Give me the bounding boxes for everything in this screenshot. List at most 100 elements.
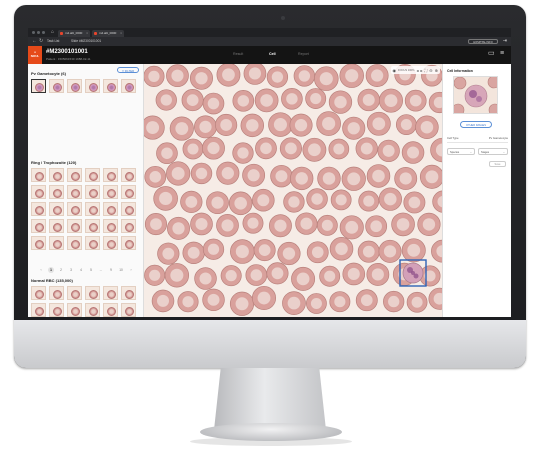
cell-thumbnail[interactable] [49,168,64,182]
cell-thumbnail[interactable] [31,286,46,300]
window-controls[interactable] [32,31,45,34]
menu-report[interactable]: Report [298,52,309,56]
cell-thumbnail[interactable] [121,168,136,182]
cell-thumbnail[interactable] [103,168,118,182]
cell-thumbnail[interactable] [121,219,136,233]
cell-thumbnail[interactable] [103,286,118,300]
prev-page-icon[interactable]: ‹ [38,267,44,273]
cell-thumbnail[interactable] [103,185,118,199]
cell-thumbnail[interactable] [31,303,46,317]
cell-thumbnail[interactable] [85,303,100,317]
minimize-window-dot[interactable] [37,31,40,34]
eye-icon[interactable]: ◉ [393,68,397,73]
zoom-in-icon[interactable]: ⊕ [435,68,438,73]
cell-thumbnail[interactable] [121,79,136,93]
cell-thumbnail-graphic [89,239,98,249]
page-number[interactable]: 1 [48,267,54,273]
cell-thumbnail[interactable] [121,236,136,250]
cell-thumbnail[interactable] [31,236,46,250]
page-number[interactable]: 2 [58,267,64,273]
cell-thumbnail[interactable] [67,168,82,182]
browser-tab[interactable]: m4.abl_0000 × [58,30,90,37]
cell-thumbnail[interactable] [49,286,64,300]
cell-center [237,147,249,159]
cell-thumbnail[interactable] [121,202,136,216]
menu-result[interactable]: Result [233,52,243,56]
cell-thumbnail[interactable] [103,79,118,93]
menu-cell[interactable]: Cell [269,52,276,56]
hospital-info-button[interactable]: HOSPITAL INFO [468,39,498,44]
cell-type-row: Cell Type Pv Gametocyte [447,136,508,140]
stage-select[interactable]: Stages ⌄ [478,148,508,155]
slide-viewer[interactable]: ◉ FOCUS 100% ◂ ▸ ⛶ ⊖ ⊕ [144,64,442,317]
cell-center [162,247,175,260]
cell-thumbnail[interactable] [49,79,64,93]
cell-thumbnail[interactable] [31,202,46,216]
cell-thumbnail[interactable] [31,185,46,199]
cell-center [310,92,322,105]
cell-thumbnail[interactable] [85,79,100,93]
cell-thumbnail[interactable] [67,202,82,216]
cell-thumbnail[interactable] [103,219,118,233]
breadcrumb-task-list[interactable]: Task List [47,39,59,43]
cell-thumbnail[interactable] [121,286,136,300]
cell-thumbnail[interactable] [67,236,82,250]
cell-thumbnail[interactable] [67,219,82,233]
cell-thumbnail[interactable] [67,303,82,317]
cell-thumbnail[interactable] [103,303,118,317]
cell-thumbnail[interactable] [85,168,100,182]
other-images-button[interactable]: OTHER IMAGES [460,121,492,128]
cell-thumbnail[interactable] [31,168,46,182]
logout-icon[interactable]: ⇥ [503,38,507,44]
maximize-window-dot[interactable] [42,31,45,34]
fit-screen-icon[interactable]: ⛶ [424,68,427,73]
cell-center [371,69,384,82]
page-number[interactable]: 9 [108,267,114,273]
cell-thumbnail[interactable] [121,303,136,317]
close-tab-icon[interactable]: × [120,30,122,37]
cell-thumbnail[interactable] [85,202,100,216]
cell-thumbnail[interactable] [85,185,100,199]
cell-center [300,217,313,230]
refresh-icon[interactable]: ↻ [39,38,43,44]
chat-icon[interactable]: ▭ [488,50,495,58]
cell-thumbnail[interactable] [103,236,118,250]
selected-cell-image [453,76,498,114]
cell-thumbnail[interactable] [31,219,46,233]
cell-thumbnail[interactable] [49,236,64,250]
cell-thumbnail[interactable] [67,79,82,93]
close-tab-icon[interactable]: × [86,30,88,37]
cell-thumbnail[interactable] [67,286,82,300]
hamburger-menu-icon[interactable]: ≡ [500,50,504,58]
next-icon[interactable]: ▸ [420,68,422,73]
home-icon[interactable]: ⌂ [51,29,54,35]
cell-thumbnail[interactable] [49,219,64,233]
back-arrow-icon[interactable]: ← [32,38,37,44]
save-button[interactable]: Save [489,161,506,167]
cell-center [211,196,224,209]
cell-thumbnail[interactable] [121,185,136,199]
next-page-icon[interactable]: › [128,267,134,273]
cell-thumbnail[interactable] [85,236,100,250]
filter-button[interactable]: ▽ FILTER [117,67,139,73]
page-number[interactable]: 4 [78,267,84,273]
cell-thumbnail[interactable] [67,185,82,199]
cell-thumbnail[interactable] [49,185,64,199]
page-number[interactable]: 3 [68,267,74,273]
page-number[interactable]: 5 [88,267,94,273]
zoom-out-icon[interactable]: ⊖ [429,68,432,73]
species-select[interactable]: Species ⌄ [447,148,475,155]
cell-thumbnail[interactable] [103,202,118,216]
cell-center [175,122,189,136]
cell-thumbnail-graphic [89,205,98,215]
cell-thumbnail[interactable] [85,219,100,233]
close-window-dot[interactable] [32,31,35,34]
blood-smear-image[interactable] [144,64,442,317]
browser-tab[interactable]: m4.abl_0000 × [92,30,124,37]
page-number[interactable]: 10 [118,267,124,273]
cell-thumbnail[interactable] [31,79,46,93]
prev-icon[interactable]: ◂ [416,68,418,73]
cell-thumbnail[interactable] [49,202,64,216]
cell-thumbnail[interactable] [85,286,100,300]
cell-thumbnail[interactable] [49,303,64,317]
